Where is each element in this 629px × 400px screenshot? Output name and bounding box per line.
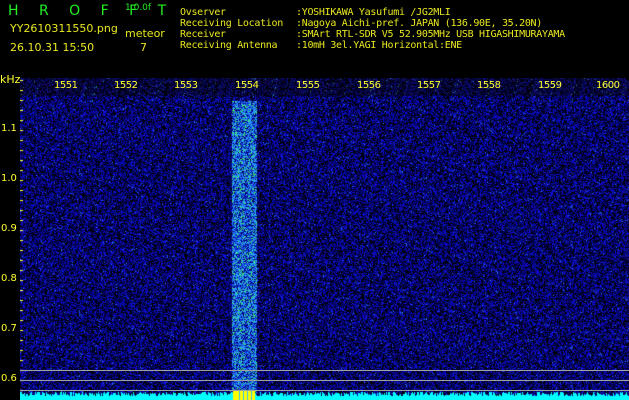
y-tick-label: 1.1 (1, 123, 17, 134)
app-version: 1.0.0f (125, 3, 152, 13)
y-unit: kHz (0, 73, 21, 86)
info-value: :YOSHIKAWA Yasufumi /JG2MLI (296, 7, 451, 18)
freq-label: 1559 (538, 80, 562, 91)
freq-label: 1558 (477, 80, 501, 91)
info-value: :10mH 3el.YAGI Horizontal:ENE (296, 40, 462, 51)
datetime: 26.10.31 15:50 (10, 41, 95, 54)
freq-label: 1557 (417, 80, 441, 91)
reference-line (20, 390, 629, 391)
info-row: Receiving Location :Nagoya Aichi-pref. JA… (180, 18, 565, 29)
info-row: Ovserver :YOSHIKAWA Yasufumi /JG2MLI (180, 7, 565, 18)
y-tick-label: 0.7 (1, 323, 17, 334)
spectrogram (20, 78, 629, 400)
freq-label: 1600 (596, 80, 620, 91)
meteor-count: 7 (140, 41, 147, 54)
freq-label: 1556 (357, 80, 381, 91)
info-label: Receiving Location (180, 18, 283, 29)
filename: YY2610311550.png (10, 22, 118, 35)
y-tick-label: 0.6 (1, 373, 17, 384)
reference-line (20, 380, 629, 381)
freq-label: 1553 (174, 80, 198, 91)
info-row: Receiving Antenna :10mH 3el.YAGI Horizont… (180, 40, 565, 51)
y-tick-label: 1.0 (1, 173, 17, 184)
freq-label: 1555 (296, 80, 320, 91)
info-label: Receiver (180, 29, 226, 40)
info-row: Receiver :SMArt RTL-SDR V5 52.905MHz USB … (180, 29, 565, 40)
reference-line (20, 370, 629, 371)
freq-label: 1551 (54, 80, 78, 91)
info-label: Receiving Antenna (180, 40, 278, 51)
meteor-label: meteor (125, 27, 165, 40)
freq-label: 1552 (114, 80, 138, 91)
station-info: Ovserver :YOSHIKAWA Yasufumi /JG2MLI Rece… (180, 7, 565, 51)
freq-label: 1554 (235, 80, 259, 91)
y-tick-label: 0.9 (1, 223, 17, 234)
info-label: Ovserver (180, 7, 226, 18)
info-value: :Nagoya Aichi-pref. JAPAN (136.90E, 35.2… (296, 18, 542, 29)
y-tick-label: 0.8 (1, 273, 17, 284)
info-value: :SMArt RTL-SDR V5 52.905MHz USB HIGASHIM… (296, 29, 565, 40)
